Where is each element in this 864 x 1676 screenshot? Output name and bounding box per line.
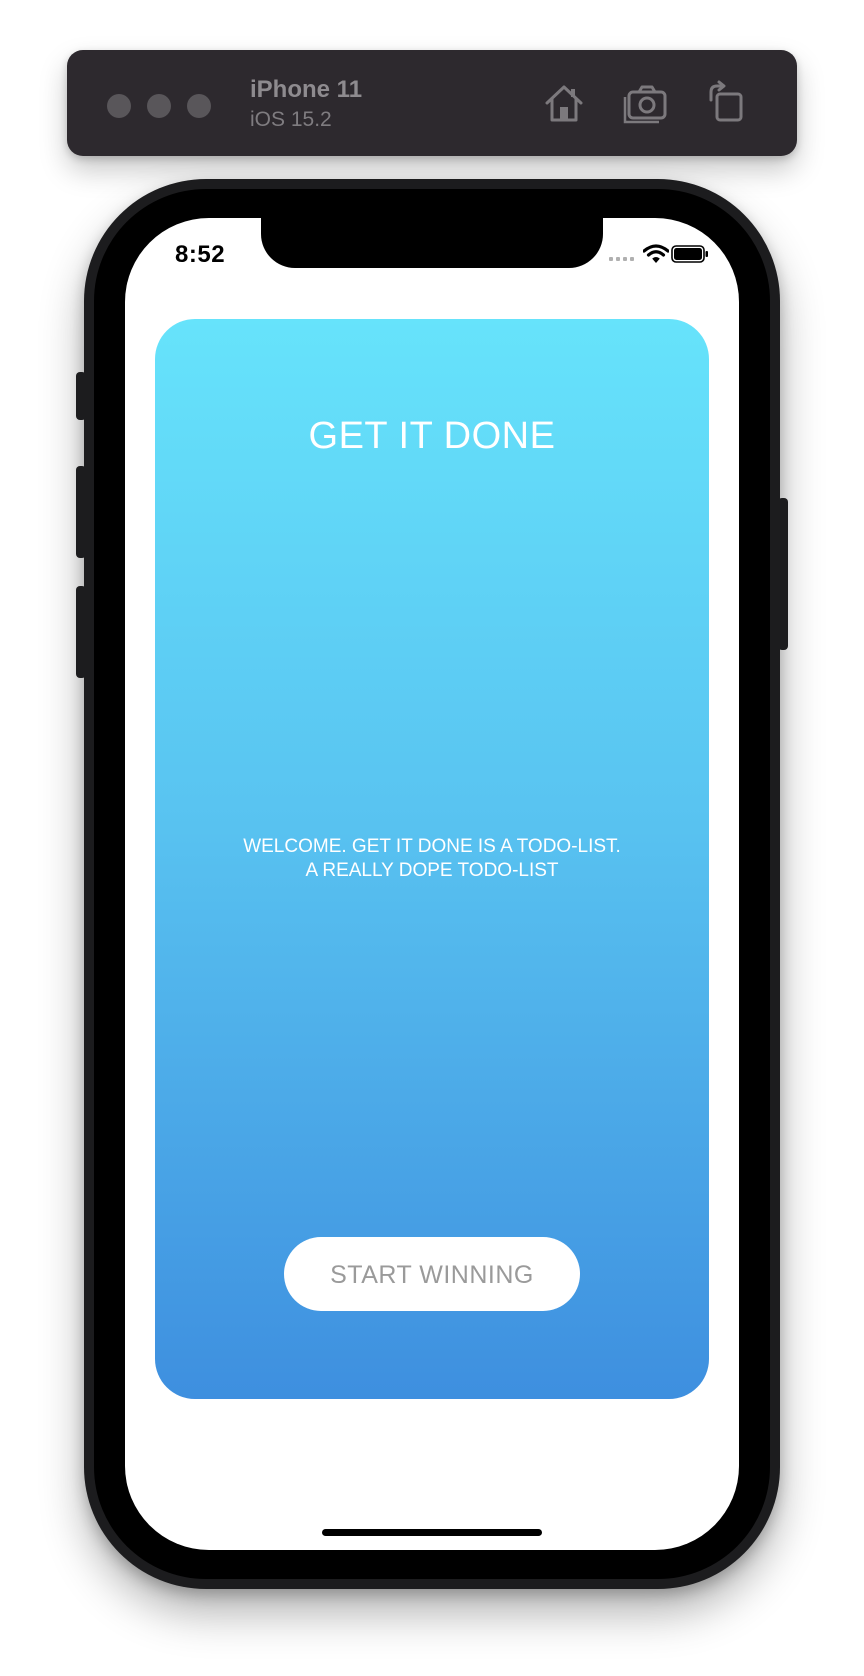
status-time: 8:52 <box>175 241 226 268</box>
home-icon <box>545 85 583 122</box>
screenshot-camera-icon <box>623 85 667 124</box>
simulator-window: iPhone 11 iOS 15.2 8:52 GET IT DONE WELC… <box>0 0 864 1676</box>
mute-switch <box>76 372 86 420</box>
minimize-window-button[interactable] <box>147 94 171 118</box>
cellular-signal-icon <box>609 257 634 261</box>
phone-screen: 8:52 GET IT DONE WELCOME. GET IT DONE IS… <box>125 218 739 1550</box>
zoom-window-button[interactable] <box>187 94 211 118</box>
rotate-icon <box>709 80 743 122</box>
welcome-line: WELCOME. GET IT DONE IS A TODO-LIST. <box>243 836 621 857</box>
rotate-button[interactable] <box>701 78 751 128</box>
status-icons <box>609 244 709 266</box>
side-power-button <box>778 498 788 650</box>
home-button[interactable] <box>539 78 589 128</box>
close-window-button[interactable] <box>107 94 131 118</box>
battery-icon <box>671 245 708 263</box>
volume-up-button <box>76 466 86 558</box>
welcome-text: WELCOME. GET IT DONE IS A TODO-LIST. A R… <box>155 835 709 883</box>
screenshot-button[interactable] <box>621 78 671 128</box>
volume-down-button <box>76 586 86 678</box>
home-indicator[interactable] <box>322 1529 542 1536</box>
device-name: iPhone 11 <box>250 76 363 103</box>
welcome-line: A REALLY DOPE TODO-LIST <box>305 860 559 881</box>
simulator-toolbar: iPhone 11 iOS 15.2 <box>67 50 797 156</box>
welcome-card: GET IT DONE WELCOME. GET IT DONE IS A TO… <box>155 319 709 1399</box>
start-winning-button[interactable]: START WINNING <box>284 1237 580 1311</box>
notch <box>261 218 603 268</box>
app-title: GET IT DONE <box>308 415 556 457</box>
os-version: iOS 15.2 <box>250 108 332 131</box>
wifi-icon <box>643 244 669 263</box>
